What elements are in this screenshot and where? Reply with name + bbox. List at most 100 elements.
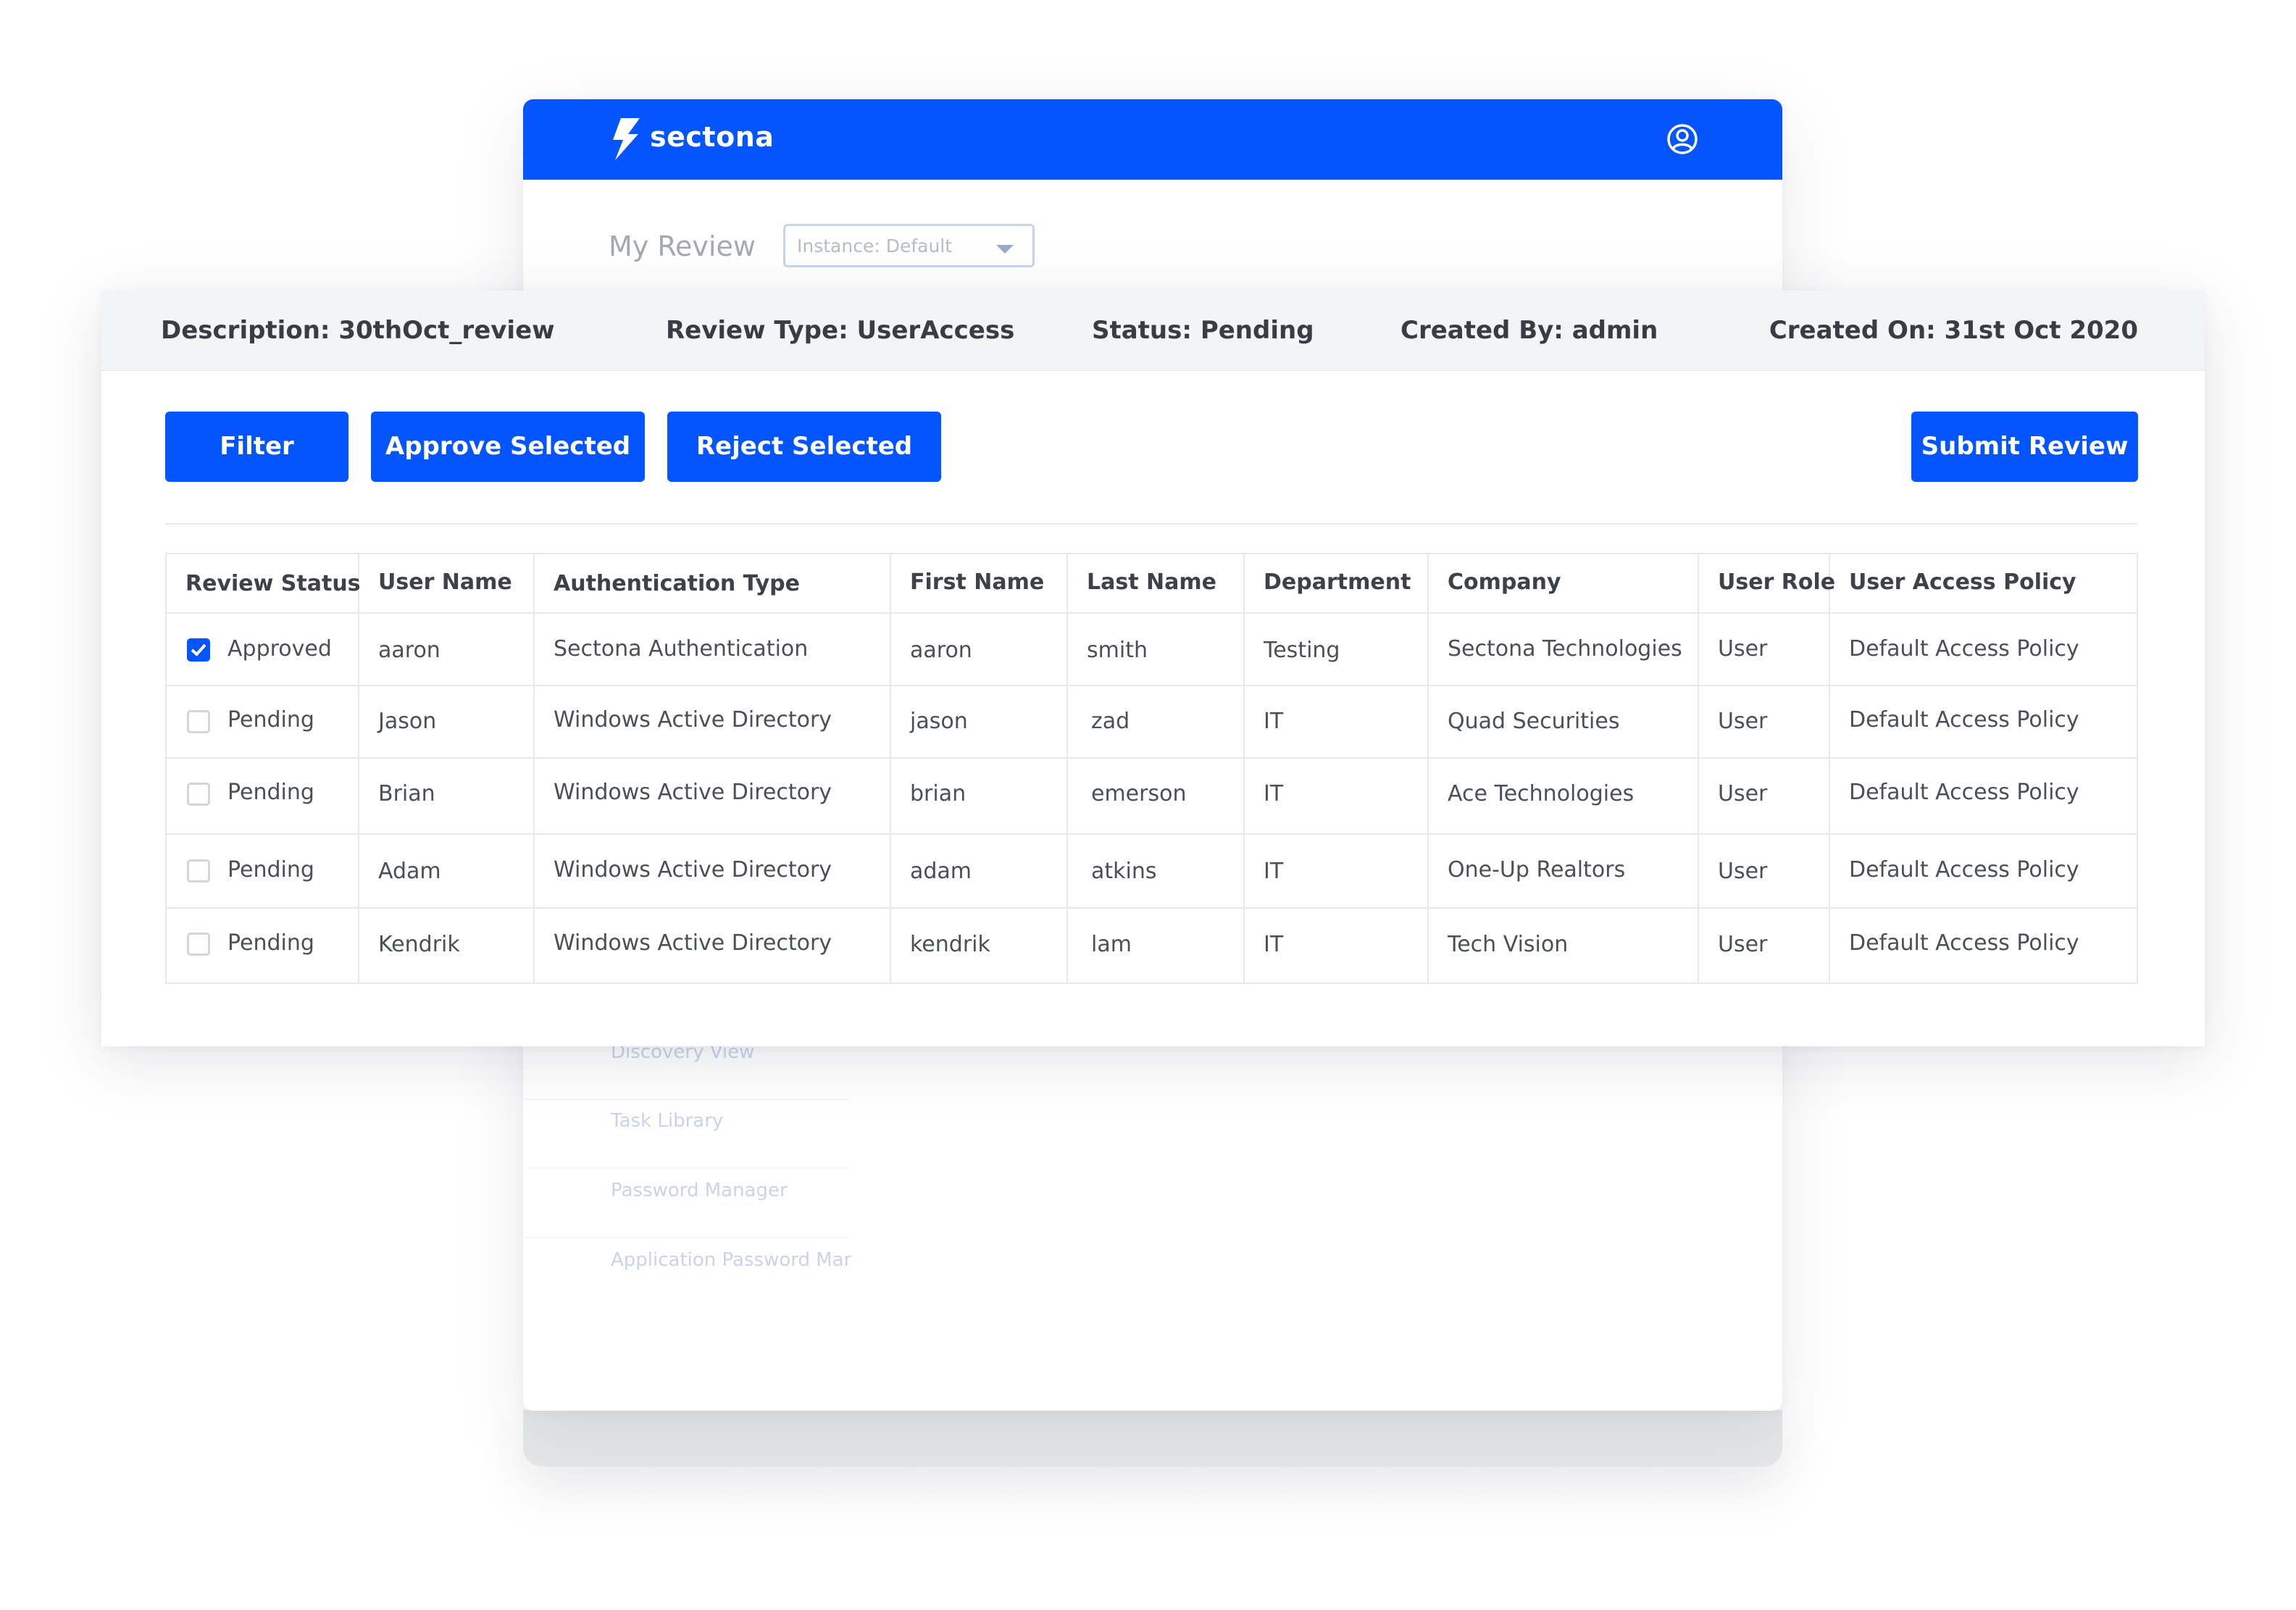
review-table: Review Status User Name Authentication T… xyxy=(165,553,2138,984)
row-checkbox[interactable] xyxy=(187,859,210,883)
user-name-cell: Adam xyxy=(378,859,441,884)
authentication-type-cell: Windows Active Directory xyxy=(554,780,832,805)
check-icon xyxy=(191,643,206,656)
user-role-cell: User xyxy=(1718,636,1768,662)
column-divider xyxy=(1427,554,1429,983)
first-name-cell: aaron xyxy=(910,638,972,663)
user-circle-icon[interactable] xyxy=(1666,123,1698,155)
lightning-bolt-icon xyxy=(613,118,640,160)
column-header-last-name[interactable]: Last Name xyxy=(1087,568,1216,597)
user-access-policy-cell: Default Access Policy xyxy=(1849,780,2079,805)
instance-select-value: Instance: Default xyxy=(797,235,953,256)
column-divider xyxy=(890,554,891,983)
department-cell: IT xyxy=(1264,932,1284,957)
filter-button[interactable]: Filter xyxy=(165,412,348,482)
company-cell: Quad Securities xyxy=(1448,709,1620,734)
authentication-type-cell: Sectona Authentication xyxy=(554,636,809,662)
row-checkbox[interactable] xyxy=(187,783,210,806)
sidebar-divider xyxy=(523,1098,849,1100)
sidebar-divider xyxy=(523,1167,849,1169)
first-name-cell: jason xyxy=(910,709,968,734)
column-divider xyxy=(533,554,535,983)
row-checkbox[interactable] xyxy=(187,933,210,956)
review-status-cell: Pending xyxy=(227,707,314,733)
chevron-down-icon xyxy=(996,245,1014,254)
first-name-cell: brian xyxy=(910,781,967,806)
column-header-first-name[interactable]: First Name xyxy=(910,568,1044,597)
user-role-cell: User xyxy=(1718,859,1768,884)
user-access-policy-cell: Default Access Policy xyxy=(1849,707,2079,733)
user-role-cell: User xyxy=(1718,781,1768,806)
review-created-on: Created On: 31st Oct 2020 xyxy=(1769,316,2138,345)
approve-selected-button[interactable]: Approve Selected xyxy=(371,412,645,482)
user-role-cell: User xyxy=(1718,709,1768,734)
brand-logo-text: sectona xyxy=(650,121,775,153)
review-info-bar: Description: 30thOct_review Review Type:… xyxy=(101,291,2205,371)
user-name-cell: Kendrik xyxy=(378,932,460,957)
page-title: My Review xyxy=(609,230,756,262)
company-cell: Tech Vision xyxy=(1448,932,1569,957)
review-panel: Description: 30thOct_review Review Type:… xyxy=(101,291,2205,1046)
sidebar-item-application-password-manager[interactable]: Application Password Mar xyxy=(611,1249,851,1271)
sidebar-item-password-manager[interactable]: Password Manager xyxy=(611,1180,788,1201)
last-name-cell: atkins xyxy=(1091,859,1157,884)
authentication-type-cell: Windows Active Directory xyxy=(554,707,832,733)
department-cell: IT xyxy=(1264,709,1284,734)
user-name-cell: Jason xyxy=(378,709,437,734)
row-divider xyxy=(167,612,2137,614)
column-divider xyxy=(1243,554,1245,983)
top-bar: sectona xyxy=(523,99,1782,180)
column-header-review-status[interactable]: Review Status xyxy=(185,570,361,598)
row-divider xyxy=(167,907,2137,909)
last-name-cell: emerson xyxy=(1091,781,1187,806)
authentication-type-cell: Windows Active Directory xyxy=(554,930,832,956)
column-header-company[interactable]: Company xyxy=(1448,568,1561,597)
company-cell: Ace Technologies xyxy=(1448,781,1635,806)
review-status-cell: Pending xyxy=(227,857,314,883)
review-status-cell: Pending xyxy=(227,780,314,805)
department-cell: IT xyxy=(1264,859,1284,884)
column-header-department[interactable]: Department xyxy=(1264,568,1411,597)
submit-review-button[interactable]: Submit Review xyxy=(1911,412,2138,482)
row-checkbox[interactable] xyxy=(187,710,210,733)
user-access-policy-cell: Default Access Policy xyxy=(1849,930,2079,956)
row-checkbox[interactable] xyxy=(187,638,210,662)
review-status-cell: Pending xyxy=(227,930,314,956)
row-divider xyxy=(167,757,2137,759)
user-name-cell: Brian xyxy=(378,781,435,806)
column-header-user-access-policy[interactable]: User Access Policy xyxy=(1849,568,2076,597)
company-cell: Sectona Technologies xyxy=(1448,636,1682,662)
column-divider xyxy=(1829,554,1830,983)
instance-select[interactable]: Instance: Default xyxy=(783,224,1035,267)
reject-selected-button[interactable]: Reject Selected xyxy=(667,412,941,482)
first-name-cell: adam xyxy=(910,859,972,884)
column-divider xyxy=(1066,554,1068,983)
window-footer xyxy=(523,1410,1782,1467)
user-access-policy-cell: Default Access Policy xyxy=(1849,636,2079,662)
sidebar-divider xyxy=(523,1237,849,1238)
sidebar-item-task-library[interactable]: Task Library xyxy=(611,1110,723,1132)
first-name-cell: kendrik xyxy=(910,932,990,957)
last-name-cell: lam xyxy=(1091,932,1132,957)
column-header-authentication-type[interactable]: Authentication Type xyxy=(554,570,800,598)
user-access-policy-cell: Default Access Policy xyxy=(1849,857,2079,883)
row-divider xyxy=(167,833,2137,835)
column-header-user-name[interactable]: User Name xyxy=(378,568,512,597)
row-divider xyxy=(167,685,2137,686)
review-type: Review Type: UserAccess xyxy=(666,316,1015,345)
review-created-by: Created By: admin xyxy=(1400,316,1658,345)
review-status: Status: Pending xyxy=(1092,316,1314,345)
toolbar-divider xyxy=(165,523,2138,525)
last-name-cell: smith xyxy=(1087,638,1148,663)
department-cell: Testing xyxy=(1264,638,1340,663)
column-header-user-role[interactable]: User Role xyxy=(1718,568,1835,597)
column-divider xyxy=(358,554,359,983)
company-cell: One-Up Realtors xyxy=(1448,857,1626,883)
column-divider xyxy=(1698,554,1699,983)
review-status-cell: Approved xyxy=(227,636,332,662)
last-name-cell: zad xyxy=(1091,709,1130,734)
review-description: Description: 30thOct_review xyxy=(161,316,555,345)
department-cell: IT xyxy=(1264,781,1284,806)
user-name-cell: aaron xyxy=(378,638,441,663)
user-role-cell: User xyxy=(1718,932,1768,957)
